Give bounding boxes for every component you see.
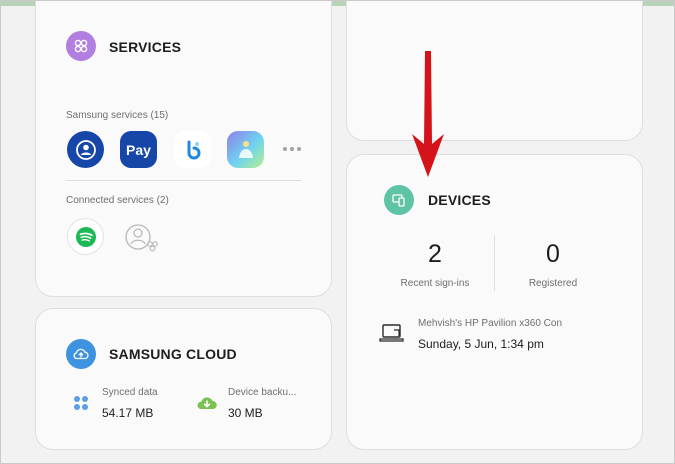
device-last-signin-time: Sunday, 5 Jun, 1:34 pm <box>418 337 544 351</box>
registered-label: Registered <box>528 278 578 289</box>
more-icon[interactable] <box>283 142 303 156</box>
device-backup-label: Device backu... <box>228 387 297 398</box>
samsung-account-icon[interactable] <box>67 131 104 168</box>
samsung-cloud-card[interactable]: SAMSUNG CLOUD Synced data 54.17 MB Devic… <box>35 308 332 450</box>
devices-card[interactable]: DEVICES 2 Recent sign-ins 0 Registered M… <box>346 154 643 450</box>
samsung-services-label: Samsung services (15) <box>66 110 169 121</box>
add-connected-service-icon[interactable] <box>122 218 159 255</box>
screen: SERVICES Samsung services (15) Pay Conne… <box>0 0 675 464</box>
galaxy-store-icon[interactable] <box>227 131 264 168</box>
stats-divider <box>494 235 495 291</box>
samsung-cloud-title: SAMSUNG CLOUD <box>109 346 237 362</box>
red-arrow-annotation <box>412 51 444 177</box>
top-right-card <box>346 1 643 141</box>
services-icon <box>66 31 96 61</box>
devices-icon <box>384 185 414 215</box>
synced-data-value: 54.17 MB <box>102 406 154 420</box>
laptop-icon <box>379 322 405 344</box>
bixby-icon[interactable] <box>174 131 211 168</box>
services-divider <box>66 180 301 181</box>
devices-title: DEVICES <box>428 192 491 208</box>
cloud-upload-icon <box>66 339 96 369</box>
services-title: SERVICES <box>109 39 182 55</box>
recent-sign-ins-label: Recent sign-ins <box>400 278 470 289</box>
synced-data-label: Synced data <box>102 387 158 398</box>
recent-sign-ins-count[interactable]: 2 <box>385 240 485 269</box>
device-name[interactable]: Mehvish's HP Pavilion x360 Con <box>418 318 562 329</box>
synced-data-icon <box>73 395 89 411</box>
registered-count[interactable]: 0 <box>503 240 603 269</box>
samsung-pay-icon[interactable]: Pay <box>120 131 157 168</box>
services-card[interactable]: SERVICES Samsung services (15) Pay Conne… <box>35 1 332 297</box>
connected-services-label: Connected services (2) <box>66 195 169 206</box>
device-backup-value: 30 MB <box>228 406 263 420</box>
spotify-icon[interactable] <box>67 218 104 255</box>
samsung-pay-label: Pay <box>126 141 151 158</box>
device-backup-icon <box>196 394 218 412</box>
